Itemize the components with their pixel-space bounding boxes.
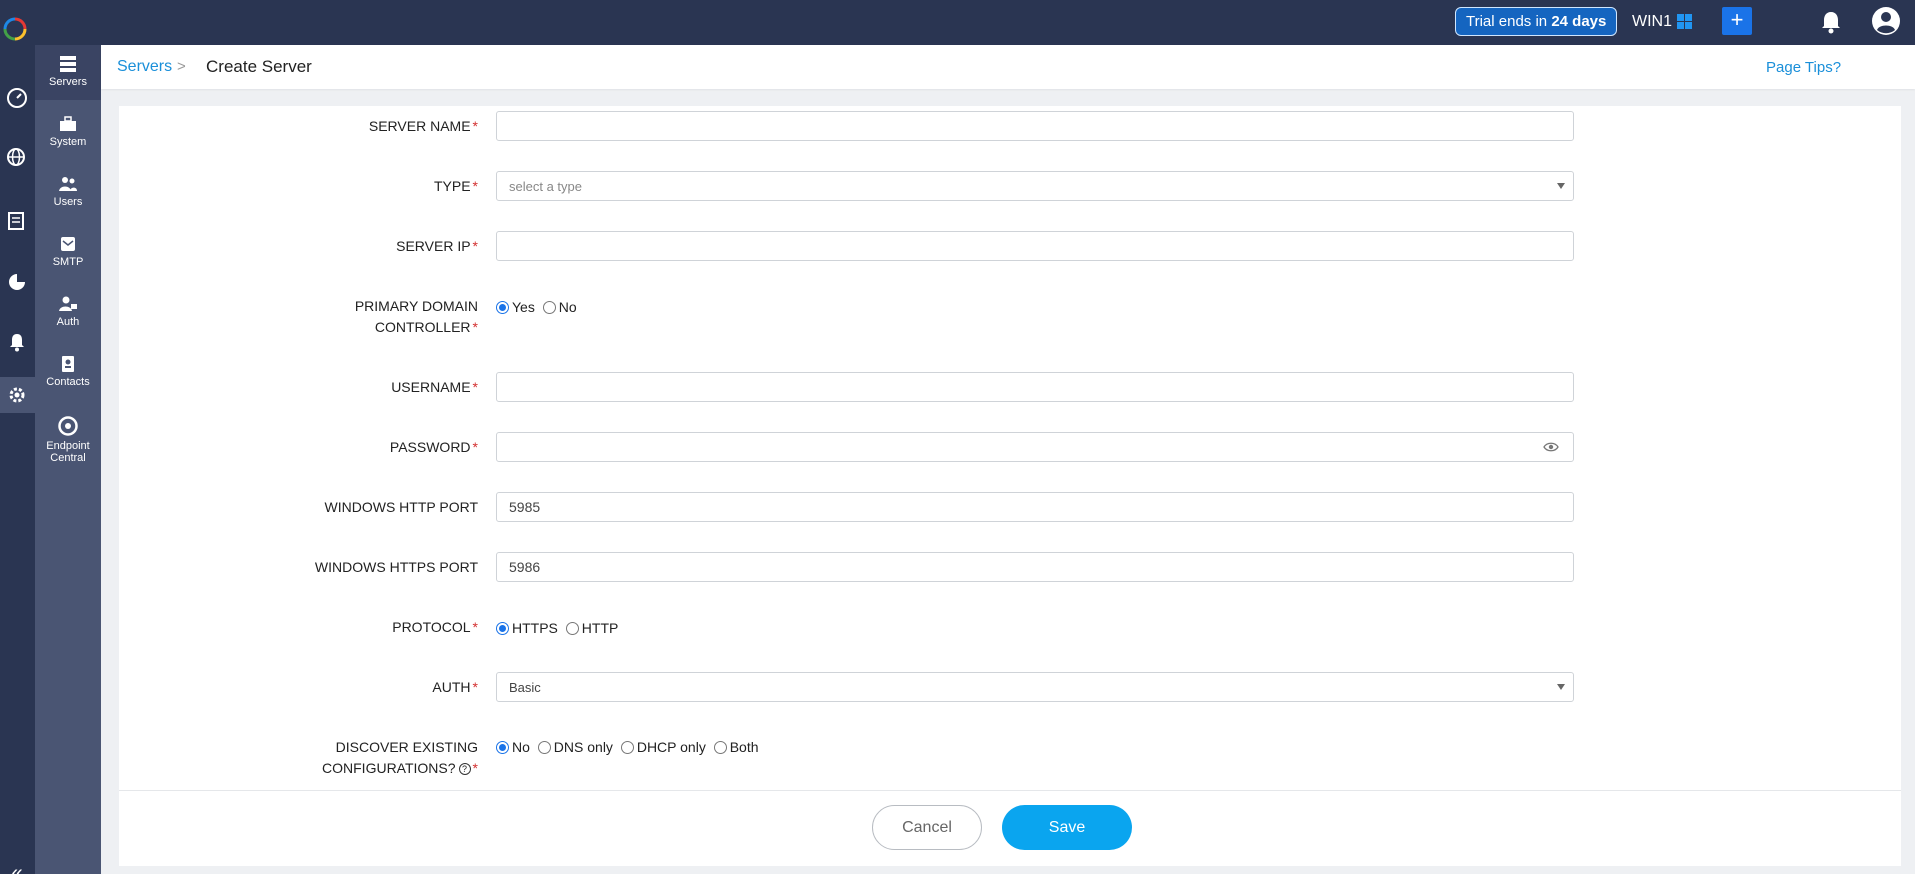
trial-prefix: Trial ends in [1466,13,1552,30]
add-button[interactable]: + [1722,7,1752,35]
nav-item-auth[interactable]: Auth [35,295,101,328]
discover-radio-group: No DNS only DHCP only Both [496,738,763,758]
settings-subnav: Servers System Users SMTP Auth Contacts [35,45,101,874]
username-input[interactable] [496,372,1574,402]
discover-label: DISCOVER EXISTING CONFIGURATIONS?? * [322,739,478,776]
primary-dc-label: PRIMARY DOMAIN CONTROLLER * [354,298,478,335]
nav-item-label: SMTP [52,256,84,268]
chevron-down-icon [1557,183,1565,189]
username-label: USERNAME * [391,379,478,395]
alerts-bell-icon[interactable] [6,331,28,353]
left-rail: « [0,45,35,874]
primary-dc-radio-group: Yes No [496,298,581,318]
nav-item-label: Auth [56,316,80,328]
primary-dc-no-radio[interactable]: No [542,298,577,316]
nav-item-system[interactable]: System [35,115,101,148]
discover-no-radio[interactable]: No [496,738,530,756]
top-bar: Trial ends in 24 days WIN1 + [0,0,1915,45]
radio-selected-icon [496,621,509,635]
servers-icon [60,56,76,72]
cancel-button[interactable]: Cancel [872,805,982,850]
nav-item-users[interactable]: Users [35,175,101,208]
radio-selected-icon [496,740,509,754]
protocol-http-radio[interactable]: HTTP [565,619,618,637]
type-label: TYPE * [433,178,478,194]
http-port-input[interactable]: 5985 [496,492,1574,522]
radio-unselected-icon [565,621,579,635]
protocol-https-radio[interactable]: HTTPS [496,619,558,637]
radio-selected-icon [496,300,509,314]
protocol-label: PROTOCOL * [392,619,478,635]
collapse-sidebar-icon[interactable]: « [6,863,28,874]
server-name-label: SERVER NAME * [368,118,478,134]
radio-unselected-icon [620,740,634,754]
nav-item-label: System [49,136,87,148]
auth-label: AUTH * [432,679,478,695]
windows-icon [1677,14,1692,29]
reports-icon[interactable] [6,210,28,232]
discover-dhcp-only-radio[interactable]: DHCP only [620,738,706,756]
nav-item-label: Servers [49,76,87,88]
auth-selected-value: Basic [509,680,541,695]
help-question-icon[interactable]: ? [458,763,471,775]
nav-item-label: Contacts [46,376,90,388]
server-selector[interactable]: WIN1 [1632,11,1672,33]
dashboard-icon[interactable] [6,87,28,109]
server-name-input[interactable] [496,111,1574,141]
trial-badge[interactable]: Trial ends in 24 days [1455,7,1618,36]
user-lock-icon [59,296,77,311]
trial-days: 24 days [1551,13,1607,30]
settings-rail-item[interactable] [0,377,35,413]
password-label: PASSWORD * [389,439,478,455]
contact-card-icon [62,356,74,372]
settings-gear-icon [9,387,25,403]
analytics-pie-icon[interactable] [6,271,28,293]
page-title: Create Server [206,57,312,76]
protocol-radio-group: HTTPS HTTP [496,619,622,639]
page-tips-link[interactable]: Page Tips? [1766,59,1841,76]
auth-select[interactable]: Basic [496,672,1574,702]
account-avatar-icon[interactable] [1871,6,1901,36]
breadcrumb-servers-link[interactable]: Servers [117,58,172,76]
discover-dns-only-radio[interactable]: DNS only [537,738,613,756]
notification-bell-icon[interactable] [1818,9,1844,35]
nav-item-endpoint-central[interactable]: Endpoint Central [35,415,101,464]
radio-unselected-icon [542,300,556,314]
nav-item-label: Endpoint [46,440,90,452]
radio-unselected-icon [713,740,727,754]
dns-globe-icon[interactable] [6,147,28,169]
save-button[interactable]: Save [1002,805,1132,850]
breadcrumb: Servers > Create Server Page Tips? [101,45,1915,89]
nav-item-label-line2: Central [50,452,86,464]
password-input[interactable] [496,432,1574,462]
server-ip-label: SERVER IP * [396,238,478,254]
nav-item-smtp[interactable]: SMTP [35,235,101,268]
nav-item-servers[interactable]: Servers [35,45,101,100]
chevron-down-icon [1557,684,1565,690]
show-password-eye-icon[interactable] [1543,441,1559,453]
https-port-label: WINDOWS HTTPS PORT [314,559,478,575]
http-port-label: WINDOWS HTTP PORT [324,499,478,515]
type-placeholder: select a type [509,179,582,194]
toolbox-icon [60,116,76,131]
nav-item-label: Users [53,196,83,208]
https-port-input[interactable]: 5986 [496,552,1574,582]
app-logo-icon[interactable] [2,16,28,42]
endpoint-central-icon [58,416,78,436]
type-select[interactable]: select a type [496,171,1574,201]
mail-icon [61,237,75,251]
breadcrumb-separator: > [177,58,186,75]
primary-dc-yes-radio[interactable]: Yes [496,298,535,316]
discover-both-radio[interactable]: Both [713,738,759,756]
nav-item-contacts[interactable]: Contacts [35,355,101,388]
users-icon [59,177,77,191]
server-ip-input[interactable] [496,231,1574,261]
radio-unselected-icon [537,740,551,754]
